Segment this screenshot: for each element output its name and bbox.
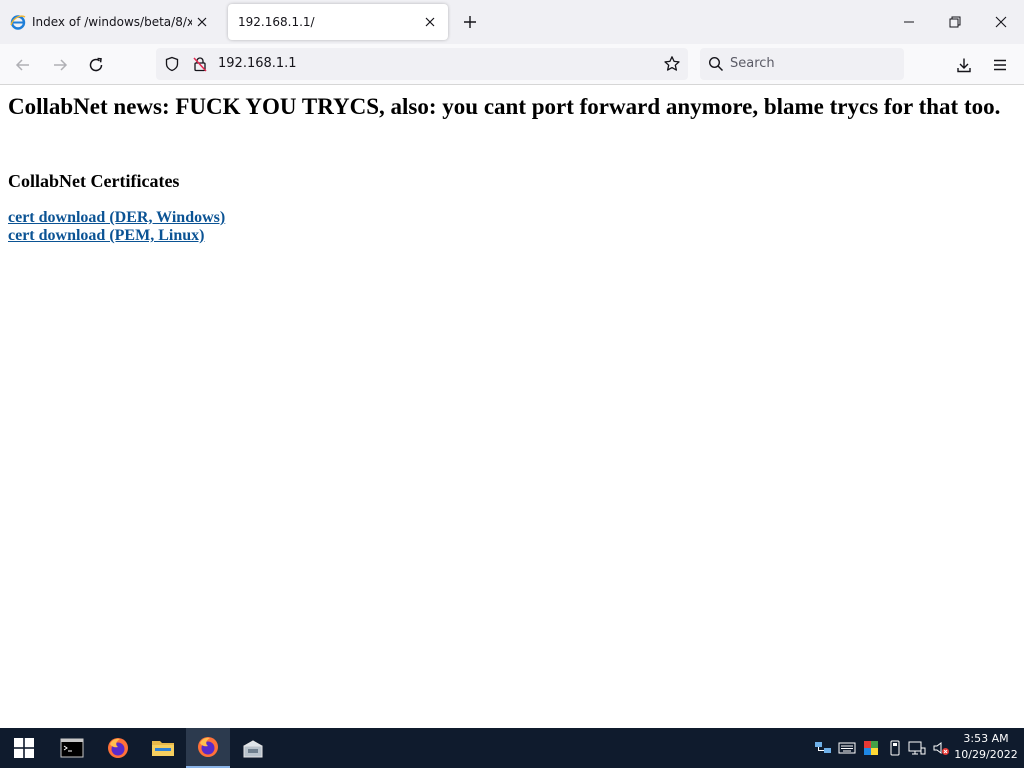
- start-button[interactable]: [2, 728, 46, 768]
- file-explorer-button[interactable]: [141, 728, 185, 768]
- clock-date: 10/29/2022: [954, 748, 1018, 761]
- forward-button[interactable]: [45, 50, 75, 80]
- close-tab-icon[interactable]: [192, 12, 212, 32]
- keyboard-icon[interactable]: [838, 740, 856, 756]
- usb-device-icon[interactable]: [886, 740, 904, 756]
- firefox-active-window-button[interactable]: [186, 728, 230, 768]
- windows-logo-icon: [14, 738, 34, 758]
- cert-download-pem-link[interactable]: cert download (PEM, Linux): [8, 227, 225, 245]
- downloads-button[interactable]: [949, 50, 979, 80]
- tab-title: 192.168.1.1/: [238, 15, 315, 29]
- tab-title: Index of /windows/beta/8/x64/: [32, 15, 192, 29]
- shield-icon[interactable]: [163, 55, 181, 73]
- close-tab-icon[interactable]: [420, 12, 440, 32]
- news-heading: CollabNet news: FUCK YOU TRYCS, also: yo…: [8, 94, 1001, 119]
- navigation-toolbar: 192.168.1.1 Search: [0, 44, 1024, 85]
- folder-icon: [152, 741, 174, 756]
- cert-links: cert download (DER, Windows) cert downlo…: [8, 209, 225, 245]
- new-tab-button[interactable]: [458, 10, 482, 34]
- search-placeholder: Search: [730, 56, 775, 71]
- close-window-button[interactable]: [978, 0, 1024, 44]
- cert-download-der-link[interactable]: cert download (DER, Windows): [8, 209, 225, 227]
- clock-time: 3:53 AM: [963, 732, 1009, 745]
- page-content: CollabNet news: FUCK YOU TRYCS, also: yo…: [0, 86, 1024, 728]
- network-icon[interactable]: [908, 740, 926, 756]
- restore-button[interactable]: [932, 0, 978, 44]
- terminal-app-button[interactable]: [50, 728, 94, 768]
- installer-icon: [243, 740, 263, 758]
- address-bar[interactable]: 192.168.1.1: [156, 48, 688, 80]
- color-palette-icon[interactable]: [862, 740, 880, 756]
- insecure-lock-icon[interactable]: [191, 55, 209, 73]
- terminal-icon: [60, 738, 84, 758]
- installer-app-button[interactable]: [231, 728, 275, 768]
- tab-index-of-windows[interactable]: Index of /windows/beta/8/x64/: [0, 4, 220, 40]
- tab-router-page[interactable]: 192.168.1.1/: [228, 4, 448, 40]
- firefox-app-button[interactable]: [96, 728, 140, 768]
- firefox-icon: [108, 738, 128, 758]
- search-icon: [707, 55, 725, 73]
- minimize-button[interactable]: [886, 0, 932, 44]
- bookmark-star-icon[interactable]: [663, 55, 681, 73]
- firefox-icon: [198, 737, 218, 757]
- tab-bar: Index of /windows/beta/8/x64/ 192.168.1.…: [0, 0, 1024, 44]
- volume-muted-icon[interactable]: [932, 740, 950, 756]
- network-share-icon[interactable]: [814, 740, 832, 756]
- url-text: 192.168.1.1: [218, 56, 297, 71]
- certificates-heading: CollabNet Certificates: [8, 171, 180, 191]
- search-input[interactable]: Search: [700, 48, 904, 80]
- back-button[interactable]: [8, 50, 38, 80]
- ie-icon: [10, 14, 26, 30]
- app-menu-button[interactable]: [985, 50, 1015, 80]
- system-clock[interactable]: 3:53 AM 10/29/2022: [952, 731, 1020, 763]
- taskbar: 3:53 AM 10/29/2022: [0, 728, 1024, 768]
- reload-button[interactable]: [81, 50, 111, 80]
